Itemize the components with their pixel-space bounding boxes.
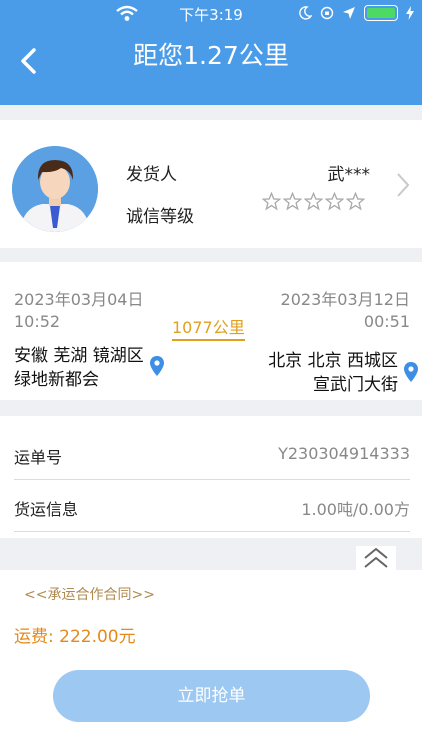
shipper-name: 武*** [327, 165, 371, 185]
shipper-card[interactable]: 发货人 武*** 诚信等级 [0, 120, 422, 248]
location-pin-icon[interactable] [404, 362, 418, 382]
shipper-label: 发货人 [126, 165, 177, 185]
star-icon [325, 192, 344, 211]
waybill-number: Y230304914333 [278, 444, 410, 463]
waybill-label: 运单号 [14, 448, 63, 467]
contract-link[interactable]: <<承运合作合同>> [24, 584, 155, 604]
footer-panel: <<承运合作合同>> 运费: 222.00元 立即抢单 [0, 570, 422, 750]
location-arrow-icon [343, 7, 355, 19]
orientation-lock-icon [320, 6, 334, 20]
chevron-right-icon[interactable] [396, 172, 410, 198]
moon-icon [299, 6, 312, 20]
nav-header: 下午3:19 距您1.27公里 [0, 0, 422, 105]
credit-level-label: 诚信等级 [126, 207, 194, 227]
charging-icon [406, 6, 414, 20]
avatar [12, 146, 98, 232]
route-card: 2023年03月04日 10:52 1077公里 2023年03月12日 00:… [0, 262, 422, 400]
star-icon [346, 192, 365, 211]
page-title: 距您1.27公里 [133, 41, 289, 70]
cargo-label: 货运信息 [14, 500, 79, 519]
star-icon [304, 192, 323, 211]
star-icon [262, 192, 281, 211]
status-bar: 下午3:19 [0, 0, 422, 28]
waybill-info-card: 运单号 Y230304914333 货运信息 1.00吨/0.00方 [0, 416, 422, 538]
freight-fee: 运费: 222.00元 [14, 627, 136, 647]
route-distance: 1077公里 [172, 314, 245, 341]
double-chevron-up-icon[interactable] [356, 546, 396, 570]
status-icons [298, 5, 414, 21]
location-pin-icon[interactable] [150, 356, 164, 376]
grab-order-button[interactable]: 立即抢单 [53, 670, 370, 722]
battery-icon [364, 5, 398, 21]
start-datetime: 2023年03月04日 10:52 [14, 290, 144, 331]
origin-address: 安徽 芜湖 镜湖区绿地新都会 [14, 346, 144, 390]
destination-address: 北京 北京 西城区宣武门大街 [268, 351, 398, 395]
credit-stars [262, 192, 365, 211]
star-icon [283, 192, 302, 211]
waybill-row: 运单号 Y230304914333 [14, 428, 410, 480]
end-datetime: 2023年03月12日 00:51 [280, 290, 410, 331]
cargo-row: 货运信息 1.00吨/0.00方 [14, 480, 410, 532]
cargo-value: 1.00吨/0.00方 [301, 500, 410, 519]
